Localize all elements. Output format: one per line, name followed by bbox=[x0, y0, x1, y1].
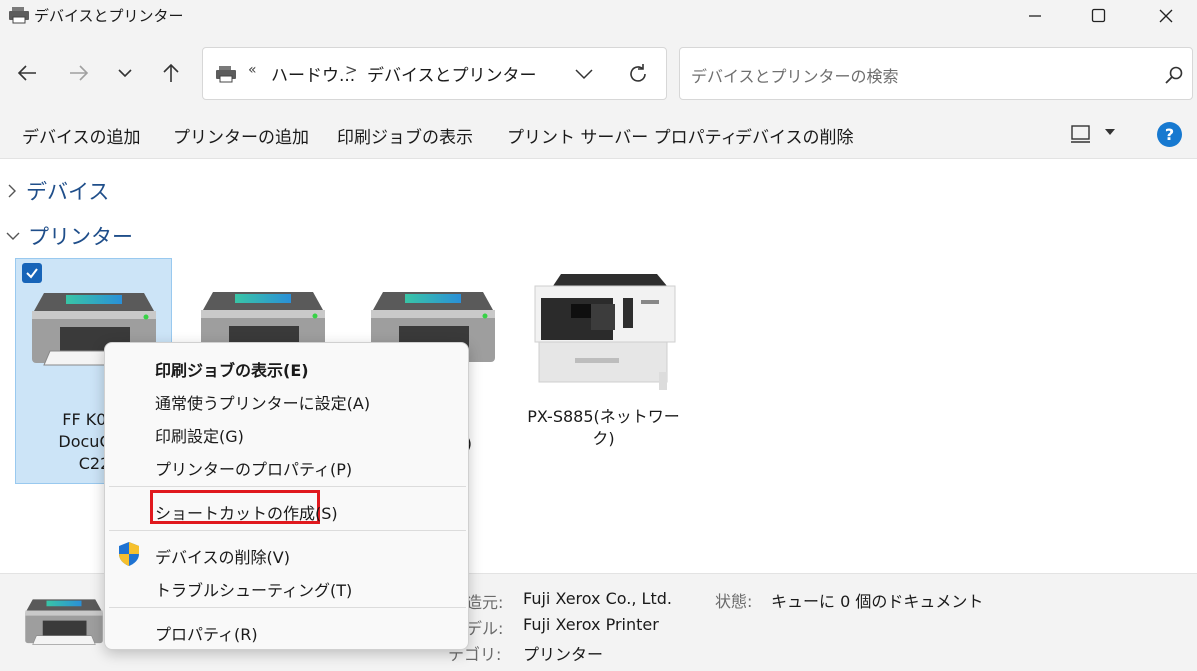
printer-folder-icon bbox=[216, 66, 236, 83]
group-printers-label: プリンター bbox=[28, 225, 133, 249]
context-menu: 印刷ジョブの表示(E) 通常使うプリンターに設定(A) 印刷設定(G) プリンタ… bbox=[104, 342, 469, 650]
view-options-icon[interactable] bbox=[1070, 124, 1092, 144]
menu-divider bbox=[109, 607, 466, 608]
address-dropdown-icon[interactable] bbox=[574, 65, 594, 83]
breadcrumb-hardware[interactable]: ハードウ... bbox=[271, 61, 355, 86]
epson-printer-icon bbox=[534, 274, 676, 390]
arrow-up-icon bbox=[163, 63, 179, 82]
menu-create-shortcut[interactable]: ショートカットの作成(S) bbox=[155, 500, 338, 524]
group-devices-header[interactable]: デバイス bbox=[6, 176, 109, 206]
recent-locations-button[interactable] bbox=[112, 60, 138, 86]
print-server-properties-button[interactable]: プリント サーバー プロパティ bbox=[507, 123, 738, 148]
group-devices-label: デバイス bbox=[26, 180, 110, 204]
model-value: Fuji Xerox Printer bbox=[523, 615, 659, 634]
search-placeholder[interactable]: デバイスとプリンターの検索 bbox=[691, 63, 899, 87]
up-button[interactable] bbox=[158, 60, 184, 86]
uac-shield-icon bbox=[119, 542, 139, 566]
status-value: キューに 0 個のドキュメント bbox=[771, 592, 984, 611]
printer-label-line: ク) bbox=[592, 429, 615, 448]
arrow-right-icon bbox=[70, 65, 89, 81]
menu-divider bbox=[109, 486, 466, 487]
manufacturer-label: 造元: bbox=[466, 593, 504, 612]
checkmark-icon bbox=[26, 268, 38, 279]
menu-printing-preferences[interactable]: 印刷設定(G) bbox=[155, 423, 244, 447]
see-print-jobs-button[interactable]: 印刷ジョブの表示 bbox=[337, 123, 473, 148]
selected-printer-icon bbox=[25, 599, 103, 645]
maximize-icon bbox=[1091, 8, 1106, 23]
close-icon bbox=[1159, 9, 1173, 23]
printer-label: PX-S885(ネットワー ク) bbox=[525, 406, 682, 450]
address-bar[interactable]: « ハードウ... > デバイスとプリンター bbox=[202, 47, 667, 100]
chevron-right-icon bbox=[8, 184, 16, 198]
printer-label-line: PX-S885(ネットワー bbox=[527, 407, 680, 426]
remove-device-button[interactable]: デバイスの削除 bbox=[735, 123, 854, 148]
maximize-button[interactable] bbox=[1068, 0, 1130, 32]
close-button[interactable] bbox=[1135, 0, 1197, 32]
minimize-button[interactable] bbox=[1004, 0, 1066, 32]
help-button[interactable]: ? bbox=[1157, 122, 1182, 147]
manufacturer-value: Fuji Xerox Co., Ltd. bbox=[523, 589, 672, 608]
breadcrumb-overflow[interactable]: « bbox=[248, 62, 257, 78]
category-value: プリンター bbox=[523, 645, 604, 664]
arrow-left-icon bbox=[17, 65, 36, 81]
breadcrumb-separator[interactable]: > bbox=[345, 61, 358, 79]
chevron-down-icon bbox=[6, 232, 20, 240]
selection-checkbox[interactable] bbox=[22, 263, 42, 283]
forward-button[interactable] bbox=[66, 60, 92, 86]
refresh-icon[interactable] bbox=[626, 62, 650, 86]
menu-set-default-printer[interactable]: 通常使うプリンターに設定(A) bbox=[155, 390, 370, 414]
menu-printer-properties[interactable]: プリンターのプロパティ(P) bbox=[155, 456, 352, 480]
printer-app-icon bbox=[9, 7, 29, 24]
search-icon[interactable] bbox=[1164, 65, 1184, 85]
menu-properties[interactable]: プロパティ(R) bbox=[155, 621, 258, 645]
menu-see-print-jobs[interactable]: 印刷ジョブの表示(E) bbox=[155, 357, 309, 381]
navigation-bar: « ハードウ... > デバイスとプリンター デバイスとプリンターの検索 bbox=[0, 36, 1197, 111]
menu-divider bbox=[109, 530, 466, 531]
back-button[interactable] bbox=[14, 60, 40, 86]
window-title: デバイスとプリンター bbox=[34, 7, 184, 25]
menu-troubleshoot[interactable]: トラブルシューティング(T) bbox=[155, 577, 352, 601]
menu-remove-device[interactable]: デバイスの削除(V) bbox=[155, 544, 290, 568]
breadcrumb-current[interactable]: デバイスとプリンター bbox=[367, 61, 537, 86]
title-bar: デバイスとプリンター bbox=[0, 0, 1197, 36]
add-printer-button[interactable]: プリンターの追加 bbox=[173, 123, 309, 148]
model-label: デル: bbox=[466, 619, 504, 638]
printer-tile-px-s885[interactable]: PX-S885(ネットワー ク) bbox=[525, 258, 682, 484]
search-box[interactable]: デバイスとプリンターの検索 bbox=[679, 47, 1193, 100]
status-label: 状態: bbox=[715, 592, 753, 611]
minimize-icon bbox=[1029, 15, 1041, 17]
add-device-button[interactable]: デバイスの追加 bbox=[22, 123, 141, 148]
command-bar: デバイスの追加 プリンターの追加 印刷ジョブの表示 プリント サーバー プロパテ… bbox=[0, 111, 1197, 159]
group-printers-header[interactable]: プリンター bbox=[6, 221, 133, 251]
view-dropdown-icon[interactable] bbox=[1104, 127, 1116, 137]
chevron-down-icon bbox=[118, 69, 132, 78]
